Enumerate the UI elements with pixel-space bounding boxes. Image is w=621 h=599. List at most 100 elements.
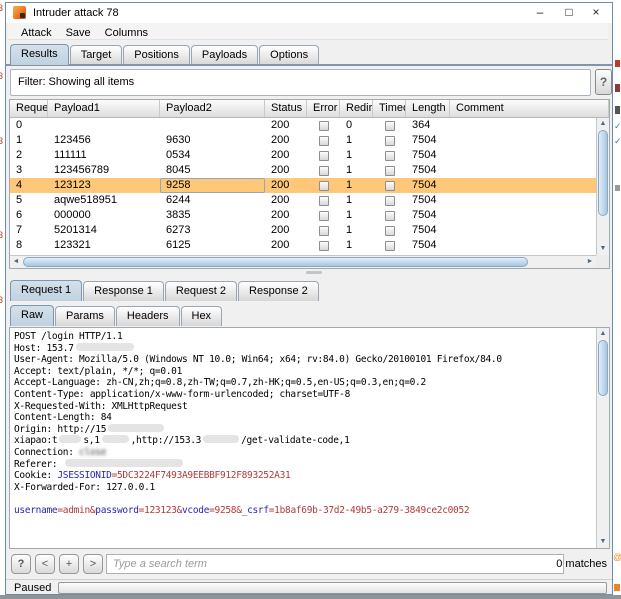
column-header-payload2[interactable]: Payload2 <box>160 100 265 117</box>
cell-length: 7504 <box>406 238 450 253</box>
search-input[interactable] <box>106 554 564 574</box>
error-checkbox[interactable] <box>319 226 329 236</box>
tab-response-2[interactable]: Response 2 <box>238 281 319 301</box>
close-icon[interactable]: × <box>582 3 610 23</box>
table-vertical-scrollbar[interactable]: ▲ ▼ <box>596 118 609 255</box>
table-row[interactable]: 8123321612520017504 <box>10 238 596 253</box>
cell-payload2 <box>160 118 265 133</box>
error-checkbox[interactable] <box>319 211 329 221</box>
filter-help-button[interactable]: ? <box>595 69 612 95</box>
tab-response-1[interactable]: Response 1 <box>83 281 164 301</box>
cell-redirects: 1 <box>340 238 373 253</box>
error-checkbox[interactable] <box>319 121 329 131</box>
view-tab-bar: RawParamsHeadersHex <box>6 301 612 326</box>
timeout-checkbox[interactable] <box>385 226 395 236</box>
tab-options[interactable]: Options <box>259 45 319 65</box>
scroll-down-icon[interactable]: ▼ <box>597 243 609 255</box>
checkmark-icon: ✓ <box>614 137 621 146</box>
timeout-checkbox[interactable] <box>385 181 395 191</box>
minimize-icon[interactable]: – <box>526 3 554 23</box>
request-text-segment: =admin& <box>57 505 95 516</box>
tab-hex[interactable]: Hex <box>181 306 223 326</box>
search-add-button[interactable]: + <box>59 554 79 574</box>
column-header-payload1[interactable]: Payload1 <box>48 100 160 117</box>
column-header-status[interactable]: Status <box>265 100 307 117</box>
filter-bar[interactable]: Filter: Showing all items <box>10 69 591 96</box>
column-header-request[interactable]: Request▲ <box>10 100 48 117</box>
splitter-handle[interactable] <box>306 271 322 274</box>
tab-params[interactable]: Params <box>55 306 115 326</box>
tab-payloads[interactable]: Payloads <box>191 45 258 65</box>
table-row[interactable]: 1123456963020017504 <box>10 133 596 148</box>
table-hscroll-thumb[interactable] <box>23 257 528 267</box>
background-artifact: 3 <box>0 72 3 81</box>
editor-vertical-scrollbar[interactable]: ▲ ▼ <box>596 328 609 548</box>
timeout-checkbox[interactable] <box>385 136 395 146</box>
timeout-checkbox[interactable] <box>385 211 395 221</box>
request-line <box>14 493 595 505</box>
scroll-up-icon[interactable]: ▲ <box>597 118 609 130</box>
scroll-left-icon[interactable]: ◄ <box>10 256 22 268</box>
timeout-checkbox[interactable] <box>385 241 395 251</box>
column-header-comment[interactable]: Comment <box>450 100 609 117</box>
cell-status: 200 <box>265 238 307 253</box>
search-help-button[interactable]: ? <box>11 554 31 574</box>
table-horizontal-scrollbar[interactable]: ◄ ► <box>10 255 596 268</box>
table-row[interactable]: 5aqwe518951624420017504 <box>10 193 596 208</box>
tab-results[interactable]: Results <box>10 44 69 65</box>
request-text-segment: xiapao:t <box>14 435 57 446</box>
error-checkbox[interactable] <box>319 196 329 206</box>
timeout-checkbox[interactable] <box>385 166 395 176</box>
timeout-checkbox[interactable] <box>385 121 395 131</box>
cell-payload2: 6273 <box>160 223 265 238</box>
cell-status: 200 <box>265 133 307 148</box>
column-header-error[interactable]: Error <box>307 100 340 117</box>
search-previous-button[interactable]: < <box>35 554 55 574</box>
scroll-right-icon[interactable]: ► <box>584 256 596 268</box>
scroll-down-icon[interactable]: ▼ <box>597 536 609 548</box>
table-row[interactable]: 02000364 <box>10 118 596 133</box>
tab-request-2[interactable]: Request 2 <box>165 281 237 301</box>
cell-comment <box>450 223 596 238</box>
title-bar[interactable]: Intruder attack 78 – □ × <box>6 3 612 23</box>
column-header-length[interactable]: Length <box>406 100 450 117</box>
tab-raw[interactable]: Raw <box>10 305 54 326</box>
table-row[interactable]: 75201314627320017504 <box>10 223 596 238</box>
editor-vscroll-thumb[interactable] <box>598 340 608 396</box>
background-artifact: 3 <box>0 231 3 240</box>
tab-request-1[interactable]: Request 1 <box>10 280 82 301</box>
request-text-segment: ,http://153.3 <box>131 435 201 446</box>
error-checkbox[interactable] <box>319 241 329 251</box>
table-vscroll-thumb[interactable] <box>598 130 608 216</box>
match-count-label: 0 matches <box>556 551 607 577</box>
column-header-redir[interactable]: Redir... <box>340 100 373 117</box>
timeout-checkbox[interactable] <box>385 196 395 206</box>
request-editor[interactable]: POST /login HTTP/1.1Host: 153.7User-Agen… <box>9 327 610 549</box>
cell-length: 7504 <box>406 208 450 223</box>
maximize-icon[interactable]: □ <box>555 3 583 23</box>
cell-redirects: 1 <box>340 133 373 148</box>
request-line: Connection: close <box>14 447 595 459</box>
request-text-segment: /get-validate-code,1 <box>241 435 349 446</box>
tab-target[interactable]: Target <box>70 45 123 65</box>
column-header-timeout[interactable]: Timeout <box>373 100 406 117</box>
table-row[interactable]: 4123123925820017504 <box>10 178 596 193</box>
tab-positions[interactable]: Positions <box>123 45 190 65</box>
timeout-checkbox[interactable] <box>385 151 395 161</box>
cell-redirects: 1 <box>340 148 373 163</box>
request-text-segment: X-Forwarded-For: 127.0.0.1 <box>14 482 155 493</box>
table-row[interactable]: 6000000383520017504 <box>10 208 596 223</box>
scroll-up-icon[interactable]: ▲ <box>597 328 609 340</box>
error-checkbox[interactable] <box>319 166 329 176</box>
cell-request: 4 <box>10 178 48 193</box>
error-checkbox[interactable] <box>319 181 329 191</box>
request-text-segment: Content-Type: application/x-www-form-url… <box>14 389 350 400</box>
tab-headers[interactable]: Headers <box>116 306 180 326</box>
cell-timeout <box>373 148 406 163</box>
table-row[interactable]: 2111111053420017504 <box>10 148 596 163</box>
table-row[interactable]: 3123456789804520017504 <box>10 163 596 178</box>
search-next-button[interactable]: > <box>83 554 103 574</box>
error-checkbox[interactable] <box>319 136 329 146</box>
request-text-segment: Connection: <box>14 447 79 458</box>
error-checkbox[interactable] <box>319 151 329 161</box>
